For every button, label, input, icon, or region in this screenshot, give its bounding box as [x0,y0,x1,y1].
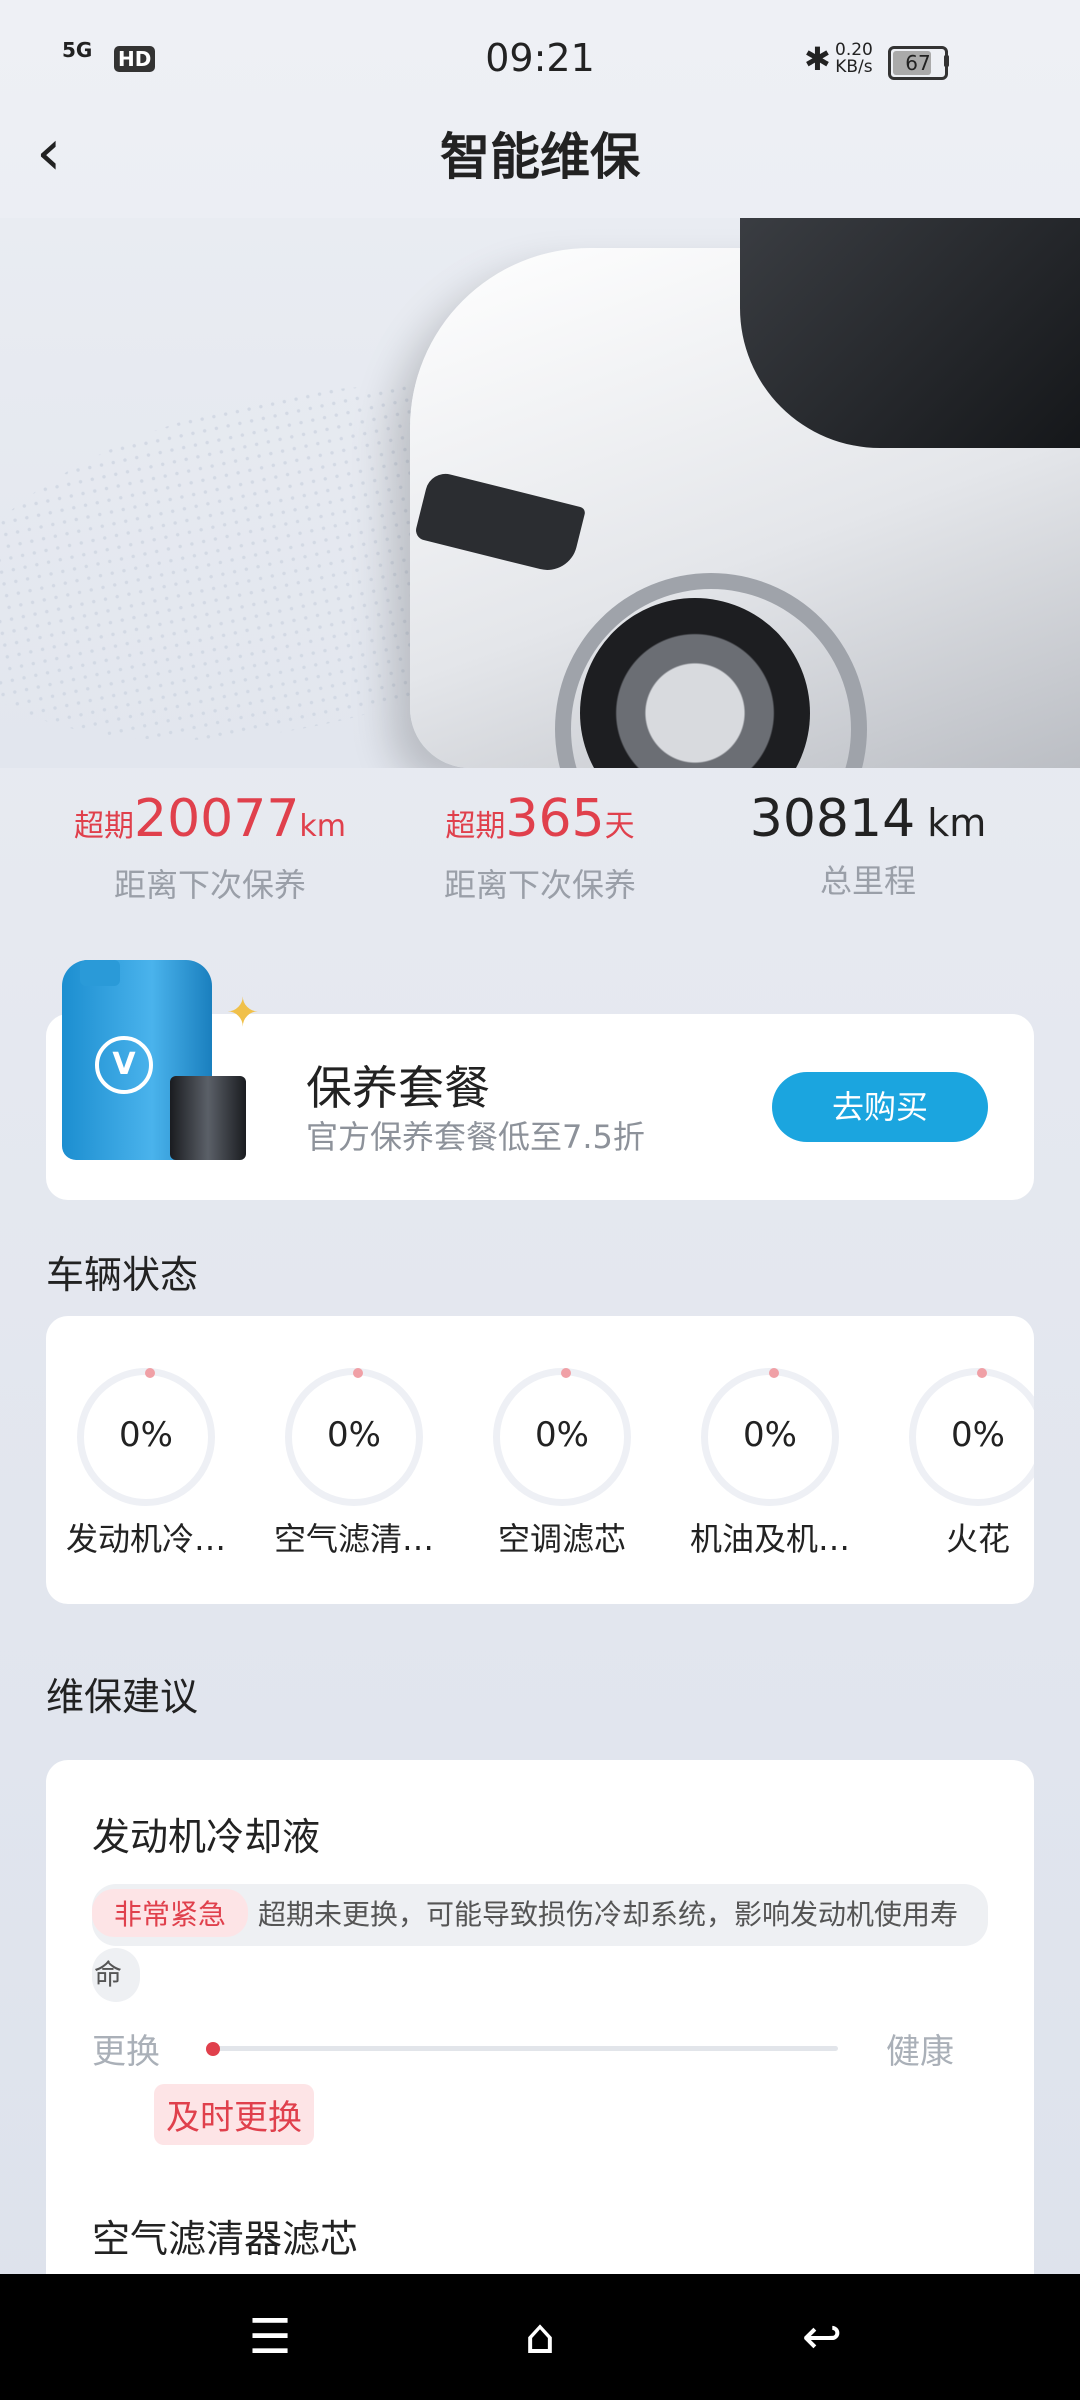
urgency-description: 超期未更换，可能导致损伤冷却系统，影响发动机使用寿 [258,1898,959,1931]
chevron-left-icon: ‹ [36,116,62,190]
gauge-item[interactable]: 0% 空调滤芯 [477,1368,647,1560]
package-subtitle: 官方保养套餐低至7.5折 [306,1118,645,1156]
gauge-item[interactable]: 0% 火花 [893,1368,1034,1560]
vehicle-status-title: 车辆状态 [46,1253,199,1297]
stat-total-mileage: 30814 km 总里程 [749,789,987,900]
health-bar [206,2046,838,2051]
advice-item-name: 空气滤清器滤芯 [92,2217,359,2261]
progress-ring: 0% [77,1368,215,1506]
status-bar: 5G HD 09:21 ✱ 0.20 KB/s 67 [0,0,1080,120]
car-windshield [740,218,1080,448]
page-title: 智能维保 [440,128,640,186]
urgency-description-cont: 命 [92,1948,141,2002]
buy-button[interactable]: 去购买 [772,1072,988,1142]
advice-item-name: 发动机冷却液 [92,1815,321,1859]
brand-logo-icon: V [95,1036,153,1094]
gauge-item[interactable]: 0% 空气滤清… [269,1368,439,1560]
urgency-row: 非常紧急 超期未更换，可能导致损伤冷却系统，影响发动机使用寿 [92,1884,988,1946]
back-button[interactable]: ‹ [36,121,96,185]
progress-ring: 0% [493,1368,631,1506]
stat-overdue-distance: 超期20077km 距离下次保养 [73,789,347,904]
network-speed: 0.20 KB/s [835,40,873,77]
menu-icon[interactable]: ☰ [230,2304,310,2370]
home-icon[interactable]: ⌂ [500,2304,580,2370]
replace-now-tag: 及时更换 [154,2084,314,2145]
health-bar-marker [206,2042,220,2056]
gauge-item[interactable]: 0% 发动机冷… [61,1368,231,1560]
vehicle-status-card[interactable]: 0% 发动机冷… 0% 空气滤清… 0% 空调滤芯 0% 机油及机… 0% 火花 [46,1316,1034,1604]
car-hero-image [0,218,1080,768]
gauge-item[interactable]: 0% 机油及机… [685,1368,855,1560]
system-nav-bar: ☰ ⌂ ↩ [0,2274,1080,2400]
package-title: 保养套餐 [306,1061,490,1115]
battery-icon: 67 [888,46,948,80]
progress-ring: 0% [701,1368,839,1506]
progress-ring: 0% [909,1368,1034,1506]
sparkle-icon: ✦ [226,990,260,1036]
back-icon[interactable]: ↩ [782,2304,862,2370]
oil-filter-icon [170,1076,246,1160]
progress-ring: 0% [285,1368,423,1506]
health-bar-right-label: 健康 [886,2032,954,2072]
bluetooth-icon: ✱ [804,40,831,78]
stat-overdue-days: 超期365天 距离下次保养 [443,789,636,904]
battery-level: 67 [905,51,931,75]
advice-title: 维保建议 [46,1675,199,1719]
health-bar-left-label: 更换 [92,2032,160,2072]
urgency-badge: 非常紧急 [92,1889,249,1937]
